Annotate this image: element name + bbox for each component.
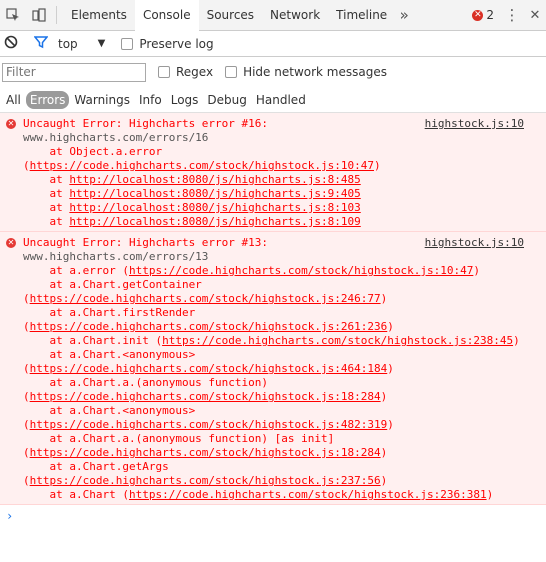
stack-trace-line: at a.Chart.<anonymous> <box>23 348 196 361</box>
level-debug[interactable]: Debug <box>203 91 250 109</box>
tab-sources[interactable]: Sources <box>199 0 262 31</box>
regex-label: Regex <box>176 65 214 79</box>
level-errors[interactable]: Errors <box>25 90 70 109</box>
preserve-log-option[interactable]: Preserve log <box>121 36 214 51</box>
error-icon: ✕ <box>472 9 484 21</box>
level-filter-bar: All Errors Warnings Info Logs Debug Hand… <box>0 87 546 113</box>
tab-console[interactable]: Console <box>134 0 199 31</box>
hide-network-option[interactable]: Hide network messages <box>225 65 387 79</box>
stack-trace-line: at a.Chart.getArgs <box>23 460 169 473</box>
preserve-log-label: Preserve log <box>139 36 214 51</box>
error-icon: ✕ <box>6 238 16 248</box>
console-prompt[interactable]: › <box>0 505 546 527</box>
close-icon[interactable]: ✕ <box>524 0 546 31</box>
tab-elements[interactable]: Elements <box>63 0 135 31</box>
error-count-badge[interactable]: ✕ 2 <box>466 8 500 22</box>
error-icon: ✕ <box>6 119 16 129</box>
regex-checkbox[interactable] <box>158 66 170 78</box>
device-toolbar-icon[interactable] <box>26 0 52 31</box>
customize-menu-icon[interactable]: ⋮ <box>500 0 524 31</box>
stack-trace-line[interactable]: (https://code.highcharts.com/stock/highs… <box>23 474 540 488</box>
stack-trace-line[interactable]: at a.error (https://code.highcharts.com/… <box>23 264 540 278</box>
inspect-element-icon[interactable] <box>0 0 26 31</box>
message-source-link[interactable]: highstock.js:10 <box>425 236 524 250</box>
stack-trace-line[interactable]: (https://code.highcharts.com/stock/highs… <box>23 159 540 173</box>
console-error-message: ✕ highstock.js:10 Uncaught Error: Highchar… <box>0 232 546 505</box>
stack-trace-line[interactable]: (https://code.highcharts.com/stock/highs… <box>23 292 540 306</box>
stack-trace-line[interactable]: (https://code.highcharts.com/stock/highs… <box>23 390 540 404</box>
chevron-down-icon[interactable]: ▼ <box>98 38 106 49</box>
stack-trace-line[interactable]: at http://localhost:8080/js/highcharts.j… <box>23 201 540 215</box>
console-toolbar: top ▼ Preserve log <box>0 31 546 57</box>
hide-network-label: Hide network messages <box>243 65 387 79</box>
stack-trace-line[interactable]: at http://localhost:8080/js/highcharts.j… <box>23 215 540 229</box>
tab-timeline[interactable]: Timeline <box>328 0 395 31</box>
stack-trace-line: at a.Chart.a.(anonymous function) <box>23 376 269 389</box>
filter-input[interactable] <box>2 62 146 82</box>
context-selector[interactable]: top <box>58 37 78 51</box>
level-logs[interactable]: Logs <box>167 91 203 109</box>
console-error-message: ✕ highstock.js:10 Uncaught Error: Highchar… <box>0 113 546 232</box>
stack-trace-line[interactable]: at a.Chart (https://code.highcharts.com/… <box>23 488 540 502</box>
toolbar-divider <box>56 6 57 24</box>
stack-trace-line[interactable]: at http://localhost:8080/js/highcharts.j… <box>23 187 540 201</box>
stack-trace-line[interactable]: (https://code.highcharts.com/stock/highs… <box>23 446 540 460</box>
stack-trace-line[interactable]: (https://code.highcharts.com/stock/highs… <box>23 320 540 334</box>
stack-trace-line[interactable]: at http://localhost:8080/js/highcharts.j… <box>23 173 540 187</box>
stack-trace-line: at a.Chart.firstRender <box>23 306 196 319</box>
level-info[interactable]: Info <box>135 91 166 109</box>
more-tabs-icon[interactable]: » <box>395 0 413 31</box>
stack-trace-line: at a.Chart.a.(anonymous function) [as in… <box>23 432 335 445</box>
hide-network-checkbox[interactable] <box>225 66 238 78</box>
level-warnings[interactable]: Warnings <box>70 91 134 109</box>
preserve-log-checkbox[interactable] <box>121 37 134 50</box>
stack-trace-line[interactable]: (https://code.highcharts.com/stock/highs… <box>23 362 540 376</box>
error-count: 2 <box>486 8 494 22</box>
stack-trace-line: at a.Chart.getContainer <box>23 278 202 291</box>
message-source-link[interactable]: highstock.js:10 <box>425 117 524 131</box>
error-doc-link: www.highcharts.com/errors/16 <box>23 131 209 144</box>
stack-trace-line[interactable]: (https://code.highcharts.com/stock/highs… <box>23 418 540 432</box>
regex-option[interactable]: Regex <box>158 65 213 79</box>
tab-network[interactable]: Network <box>262 0 328 31</box>
stack-trace-line: at Object.a.error <box>23 145 163 158</box>
level-all[interactable]: All <box>2 91 25 109</box>
stack-trace-line[interactable]: at a.Chart.init (https://code.highcharts… <box>23 334 540 348</box>
filter-bar: Regex Hide network messages <box>0 57 546 87</box>
filter-icon[interactable] <box>33 35 49 52</box>
console-messages: ✕ highstock.js:10 Uncaught Error: Highchar… <box>0 113 546 505</box>
devtools-tabbar: Elements Console Sources Network Timelin… <box>0 0 546 31</box>
clear-console-icon[interactable] <box>4 35 18 52</box>
stack-trace-line: at a.Chart.<anonymous> <box>23 404 196 417</box>
level-handled[interactable]: Handled <box>252 91 310 109</box>
error-doc-link: www.highcharts.com/errors/13 <box>23 250 209 263</box>
